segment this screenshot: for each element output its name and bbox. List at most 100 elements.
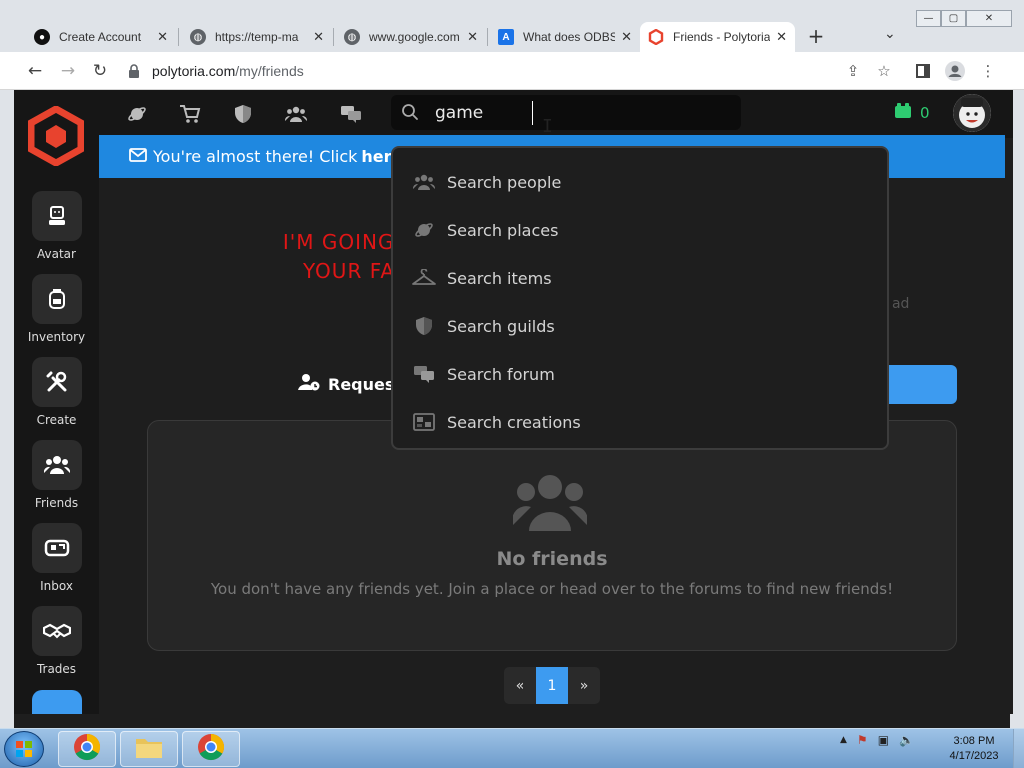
url-text: polytoria.com/my/friends	[152, 63, 304, 79]
sidebar-add-button[interactable]	[32, 690, 82, 714]
search-bar[interactable]	[391, 95, 741, 130]
lock-icon	[128, 64, 142, 78]
taskbar-explorer-button[interactable]	[120, 731, 178, 767]
inbox-icon	[31, 523, 82, 573]
pagination-next[interactable]: »	[568, 667, 600, 704]
search-creations-option[interactable]: Search creations	[393, 398, 887, 446]
window-controls: — ▢ ✕	[916, 10, 1012, 27]
tab-temp-mail[interactable]: ◍ https://temp-ma ✕	[182, 22, 332, 52]
volume-muted-icon[interactable]: 🔈	[899, 733, 914, 747]
address-bar[interactable]: polytoria.com/my/friends	[120, 57, 905, 85]
network-icon[interactable]: ▣	[878, 733, 889, 747]
sidebar-item-friends[interactable]: Friends	[14, 440, 99, 510]
mouse-ibeam-cursor: I	[542, 116, 553, 137]
people-icon[interactable]	[284, 102, 308, 126]
close-window-button[interactable]: ✕	[966, 10, 1012, 27]
chrome-icon	[73, 733, 101, 765]
bricks-balance[interactable]: 0	[894, 103, 930, 123]
search-guilds-option[interactable]: Search guilds	[393, 302, 887, 350]
search-people-option[interactable]: Search people	[393, 158, 887, 206]
user-avatar[interactable]	[953, 94, 991, 132]
taskbar-chrome-active-button[interactable]	[182, 731, 240, 767]
shield-icon	[411, 315, 437, 337]
maximize-button[interactable]: ▢	[941, 10, 966, 27]
search-input[interactable]	[435, 101, 725, 125]
minimize-button[interactable]: —	[916, 10, 941, 27]
cart-icon[interactable]	[178, 102, 202, 126]
tray-expand-icon[interactable]: ▲	[840, 735, 847, 745]
handshake-icon	[31, 606, 82, 656]
show-desktop-button[interactable]	[1013, 729, 1024, 768]
sidebar-item-label: Friends	[34, 496, 79, 510]
tab-friends-polytoria[interactable]: Friends - Polytoria ✕	[640, 22, 795, 52]
tab-close-icon[interactable]: ✕	[776, 29, 787, 45]
text-caret	[532, 101, 533, 125]
sidebar-item-label: Create	[36, 413, 77, 427]
search-option-label: Search creations	[447, 412, 581, 432]
profile-icon[interactable]	[944, 60, 966, 82]
envelope-icon	[129, 147, 147, 166]
sidebar-item-trades[interactable]: Trades	[14, 606, 99, 676]
sidebar-item-avatar[interactable]: Avatar	[14, 191, 99, 261]
a-icon: A	[498, 29, 514, 45]
sidebar-item-inventory[interactable]: Inventory	[14, 274, 99, 344]
tab-google[interactable]: ◍ www.google.com ✕	[336, 22, 486, 52]
tab-close-icon[interactable]: ✕	[313, 29, 324, 45]
forward-button[interactable]: →	[57, 60, 79, 82]
user-clock-icon	[298, 373, 320, 395]
menu-kebab-icon[interactable]: ⋮	[977, 60, 999, 82]
search-forum-option[interactable]: Search forum	[393, 350, 887, 398]
share-icon[interactable]: ⇪	[842, 60, 864, 82]
search-option-label: Search people	[447, 172, 562, 192]
tab-divider	[178, 28, 179, 46]
tab-label: Friends - Polytoria	[673, 30, 771, 44]
tab-divider	[487, 28, 488, 46]
sidebar: Avatar Inventory Create Friends Inbox Tr…	[14, 90, 99, 714]
window-border-left	[0, 90, 14, 728]
sidebar-item-inbox[interactable]: Inbox	[14, 523, 99, 593]
sidebar-item-label: Avatar	[37, 247, 76, 261]
sidebar-item-label: Trades	[36, 662, 77, 676]
tab-create-account[interactable]: ● Create Account ✕	[26, 22, 176, 52]
search-icon	[401, 103, 419, 125]
pagination-prev[interactable]: «	[504, 667, 536, 704]
people-icon	[411, 171, 437, 193]
polytoria-logo[interactable]	[27, 104, 85, 168]
polytoria-icon	[648, 29, 664, 45]
search-places-option[interactable]: Search places	[393, 206, 887, 254]
tab-label: https://temp-ma	[215, 30, 299, 44]
avatar-icon	[31, 191, 82, 241]
shield-icon[interactable]	[231, 102, 255, 126]
search-items-option[interactable]: Search items	[393, 254, 887, 302]
tab-search-chevron-icon[interactable]: ⌄	[884, 26, 896, 42]
top-navbar: 0	[99, 90, 1013, 138]
back-button[interactable]: ←	[24, 60, 46, 82]
chat-icon[interactable]	[339, 102, 363, 126]
planet-icon[interactable]	[125, 102, 149, 126]
friends-empty-card: No friends You don't have any friends ye…	[147, 420, 957, 651]
system-tray: ▲ ⚑ ▣ 🔈	[840, 733, 914, 747]
bookmark-star-icon[interactable]: ☆	[873, 60, 895, 82]
requests-tab[interactable]: Request	[298, 373, 402, 395]
tab-what-does-odbs[interactable]: A What does ODBS ✕	[490, 22, 640, 52]
taskbar: ▲ ⚑ ▣ 🔈 3:08 PM 4/17/2023	[0, 728, 1024, 768]
tab-close-icon[interactable]: ✕	[621, 29, 632, 45]
sidebar-item-create[interactable]: Create	[14, 357, 99, 427]
tab-label: Create Account	[59, 30, 142, 44]
taskbar-clock[interactable]: 3:08 PM 4/17/2023	[946, 734, 1002, 764]
search-option-label: Search guilds	[447, 316, 555, 336]
pagination-page[interactable]: 1	[536, 667, 568, 704]
side-panel-icon[interactable]	[912, 60, 934, 82]
action-center-flag-icon[interactable]: ⚑	[857, 733, 868, 747]
search-suggestions-dropdown: Search people Search places Search items…	[391, 146, 889, 450]
tab-close-icon[interactable]: ✕	[157, 29, 168, 45]
start-button[interactable]	[4, 731, 44, 767]
tab-close-icon[interactable]: ✕	[467, 29, 478, 45]
friends-icon	[512, 471, 588, 537]
taskbar-chrome-button[interactable]	[58, 731, 116, 767]
new-tab-button[interactable]: +	[804, 24, 828, 48]
search-option-label: Search items	[447, 268, 552, 288]
tab-label: What does ODBS	[523, 30, 616, 44]
search-option-label: Search places	[447, 220, 559, 240]
reload-button[interactable]: ↻	[89, 60, 111, 82]
